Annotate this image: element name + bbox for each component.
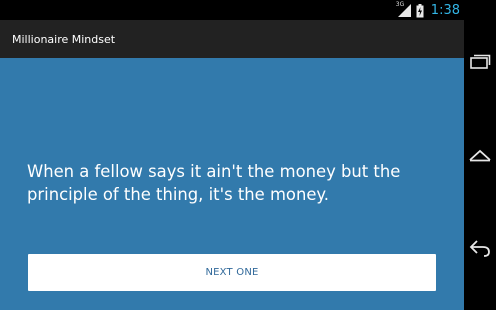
screen: 3G 1:38 Millionaire Mindset When a fello…	[0, 0, 496, 310]
back-icon[interactable]	[464, 228, 496, 268]
next-one-button[interactable]: NEXT ONE	[28, 254, 436, 291]
status-icons: 3G 1:38	[396, 0, 460, 20]
signal-icon: 3G	[396, 2, 412, 18]
home-icon[interactable]	[464, 135, 496, 175]
quote-text: When a fellow says it ain't the money bu…	[27, 162, 401, 204]
quote-panel: When a fellow says it ain't the money bu…	[0, 58, 464, 310]
status-time: 1:38	[430, 2, 460, 18]
navigation-bar	[464, 0, 496, 310]
recent-apps-icon[interactable]	[464, 42, 496, 82]
status-bar: 3G 1:38	[0, 0, 464, 20]
action-bar: Millionaire Mindset	[0, 20, 464, 58]
app-title: Millionaire Mindset	[12, 32, 116, 46]
battery-charging-icon	[416, 3, 424, 18]
